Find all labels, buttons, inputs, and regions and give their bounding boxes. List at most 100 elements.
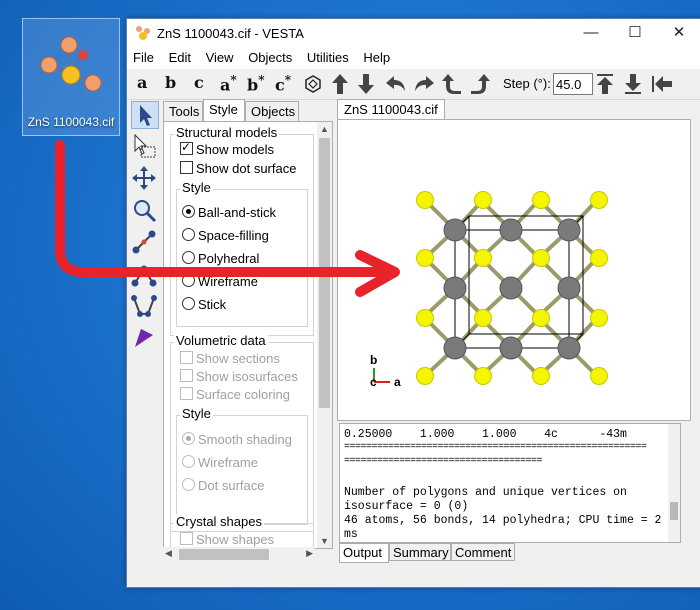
crystal-shapes-title: Crystal shapes [174, 514, 264, 529]
scrollbar-thumb[interactable] [179, 549, 269, 560]
sulfur-atom [474, 191, 492, 209]
sulfur-atom [416, 249, 434, 267]
output-console[interactable]: 0.25000 1.000 1.000 4c -43m ============… [339, 423, 681, 543]
zinc-atom [443, 218, 467, 242]
show-dot-surface-checkbox[interactable]: Show dot surface [180, 161, 296, 176]
radio-icon [182, 478, 195, 491]
translate-tool-button[interactable] [131, 165, 157, 191]
tab-style[interactable]: Style [203, 99, 245, 121]
scrollbar-thumb[interactable] [670, 502, 678, 520]
rotate-down-icon[interactable] [357, 73, 375, 95]
output-scrollbar[interactable] [668, 424, 680, 542]
arrow-left-bar-icon[interactable] [651, 74, 673, 94]
arrow-down-bar-icon[interactable] [623, 73, 643, 95]
radio-icon [182, 297, 195, 310]
scroll-up-icon[interactable]: ▲ [320, 124, 329, 134]
tab-tools[interactable]: Tools [163, 101, 203, 121]
volumetric-style-title: Style [180, 406, 213, 421]
title-bar[interactable]: ZnS 1100043.cif - VESTA — ☐ ✕ [127, 19, 700, 47]
menu-file[interactable]: File [127, 47, 159, 65]
show-models-checkbox[interactable]: Show models [180, 140, 274, 157]
output-line: ========================================… [344, 442, 647, 453]
rotate-ccw-icon[interactable] [441, 73, 463, 95]
menu-help[interactable]: Help [357, 47, 395, 65]
style-wireframe-radio[interactable]: Wireframe [182, 274, 258, 289]
view-a-star-button[interactable]: a* [220, 73, 237, 95]
desktop-file-icon[interactable]: ZnS 1100043.cif [22, 18, 120, 136]
radio-selected-icon [182, 432, 195, 445]
region-select-tool-button[interactable] [131, 133, 157, 159]
sulfur-atom [416, 191, 434, 209]
menu-edit[interactable]: Edit [163, 47, 196, 65]
sulfur-atom [416, 309, 434, 327]
bond-distance-icon [132, 230, 156, 254]
view-a-button[interactable]: a [137, 73, 147, 95]
style-smooth-shading-radio[interactable]: Smooth shading [182, 432, 292, 447]
pointer-region-icon [134, 133, 156, 158]
style-dot-surface-radio[interactable]: Dot surface [182, 478, 264, 493]
show-isosurfaces-checkbox[interactable]: Show isosurfaces [180, 369, 298, 384]
style-ball-and-stick-radio[interactable]: Ball-and-stick [182, 205, 276, 220]
menu-view[interactable]: View [200, 47, 239, 65]
style-vol-wireframe-radio[interactable]: Wireframe [182, 455, 258, 470]
surface-coloring-checkbox[interactable]: Surface coloring [180, 387, 290, 402]
step-label: Step (°): [503, 76, 551, 91]
output-line: Number of polygons and unique vertices o… [344, 486, 627, 499]
panel-horizontal-scrollbar[interactable]: ◀ ▶ [163, 547, 315, 562]
crystal-structure[interactable]: bc a [338, 120, 690, 420]
menu-objects[interactable]: Objects [242, 47, 297, 65]
angle-tool-button[interactable] [131, 261, 157, 287]
tab-summary[interactable]: Summary [389, 543, 451, 561]
output-line: 0.25000 1.000 1.000 4c -43m [344, 428, 627, 441]
scroll-down-icon[interactable]: ▼ [320, 536, 329, 546]
sulfur-atom [532, 367, 550, 385]
select-tool-button[interactable] [131, 101, 159, 129]
close-icon[interactable]: ✕ [657, 19, 700, 47]
axis-c-label: c [370, 375, 377, 389]
dihedral-tool-button[interactable] [131, 293, 157, 319]
distance-tool-button[interactable] [131, 229, 157, 255]
tab-objects[interactable]: Objects [245, 101, 299, 121]
axis-b-label: b [370, 353, 377, 367]
maximize-icon[interactable]: ☐ [613, 19, 657, 47]
show-sections-checkbox[interactable]: Show sections [180, 351, 280, 366]
zinc-atom [557, 218, 581, 242]
scroll-left-icon[interactable]: ◀ [165, 548, 172, 559]
view-c-star-button[interactable]: c* [275, 73, 291, 95]
document-tab[interactable]: ZnS 1100043.cif [337, 99, 445, 119]
rotate-cw-icon[interactable] [469, 73, 491, 95]
view-b-button[interactable]: b [165, 73, 176, 95]
panel-vertical-scrollbar[interactable]: ▲ ▼ [317, 122, 332, 548]
arrow-up-bar-icon[interactable] [595, 73, 615, 95]
structure-viewer[interactable]: bc a [337, 119, 691, 421]
zinc-atom [443, 276, 467, 300]
rotate-left-icon[interactable] [385, 74, 407, 94]
checkbox-icon [180, 369, 193, 382]
scroll-right-icon[interactable]: ▶ [306, 548, 313, 559]
view-b-star-button[interactable]: b* [247, 73, 264, 95]
show-shapes-checkbox[interactable]: Show shapes [180, 532, 274, 547]
rotate-up-icon[interactable] [331, 73, 349, 95]
sulfur-atom [474, 309, 492, 327]
style-polyhedral-radio[interactable]: Polyhedral [182, 251, 259, 266]
checkbox-icon [180, 387, 193, 400]
pen-tool-button[interactable] [131, 325, 157, 351]
zoom-tool-button[interactable] [131, 197, 157, 223]
style-space-filling-radio[interactable]: Space-filling [182, 228, 269, 243]
view-c-button[interactable]: c [194, 73, 204, 95]
zinc-atom [499, 336, 523, 360]
rotate-right-icon[interactable] [413, 74, 435, 94]
output-line: 46 atoms, 56 bonds, 14 polyhedra; CPU ti… [344, 514, 662, 527]
minimize-icon[interactable]: — [569, 19, 613, 47]
tab-comment[interactable]: Comment [451, 543, 515, 561]
desktop-icon-label: ZnS 1100043.cif [27, 115, 115, 129]
style-stick-radio[interactable]: Stick [182, 297, 226, 312]
step-input[interactable] [553, 73, 593, 95]
scrollbar-thumb[interactable] [319, 138, 330, 408]
tab-output[interactable]: Output [339, 543, 389, 563]
menu-utilities[interactable]: Utilities [301, 47, 354, 65]
sulfur-atom [532, 191, 550, 209]
style-panel-body: Structural models Show models Show dot s… [163, 121, 333, 549]
radio-icon [182, 228, 195, 241]
polyhedron-icon[interactable] [303, 74, 323, 94]
